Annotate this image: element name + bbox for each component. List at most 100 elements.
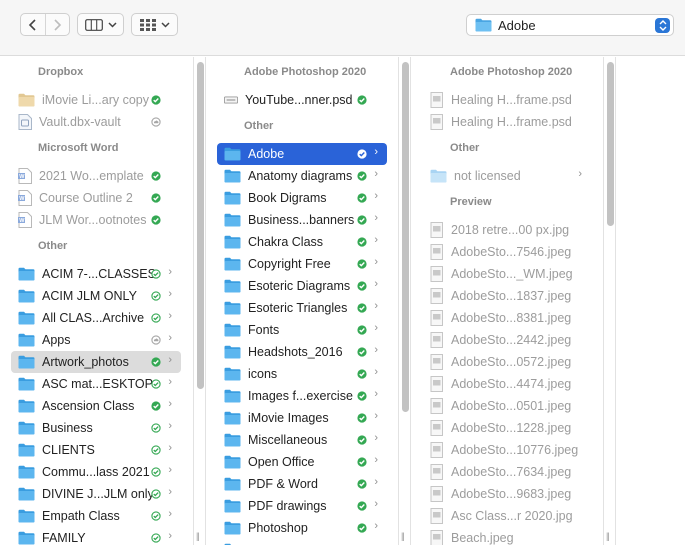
- item-name: Course Outline 2: [39, 191, 133, 205]
- file-row[interactable]: AdobeSto...4474.jpeg: [423, 373, 591, 395]
- synced-check-icon: [357, 303, 367, 313]
- folder-icon: [224, 433, 241, 447]
- sync-status: [151, 445, 161, 455]
- folder-row[interactable]: Copyright Free ›: [217, 253, 387, 275]
- file-row[interactable]: AdobeSto...0501.jpeg: [423, 395, 591, 417]
- back-button[interactable]: [21, 14, 45, 35]
- item-name: 2021 Wo...emplate: [39, 169, 144, 183]
- folder-row[interactable]: All CLAS...Archive ›: [11, 307, 181, 329]
- folder-row[interactable]: ACIM JLM ONLY ›: [11, 285, 181, 307]
- column-resize-handle[interactable]: ||: [401, 531, 405, 541]
- folder-row[interactable]: Esoteric Triangles ›: [217, 297, 387, 319]
- column-divider[interactable]: [603, 57, 604, 545]
- column-resize-handle[interactable]: ||: [196, 531, 200, 541]
- folder-row[interactable]: ASC mat...ESKTOP ›: [11, 373, 181, 395]
- column-2-scrollbar[interactable]: [402, 62, 409, 412]
- file-row[interactable]: Healing H...frame.psd: [423, 89, 591, 111]
- item-name: FAMILY: [42, 531, 86, 545]
- folder-row[interactable]: Empath Class ›: [11, 505, 181, 527]
- synced-check-icon: [357, 281, 367, 291]
- synced-check-icon: [357, 215, 367, 225]
- disclosure-chevron-icon: ›: [374, 366, 378, 378]
- folder-row[interactable]: Open Office ›: [217, 451, 387, 473]
- folder-row[interactable]: FAMILY ›: [11, 527, 181, 545]
- folder-row[interactable]: PDF & Word ›: [217, 473, 387, 495]
- folder-row[interactable]: CLIENTS ›: [11, 439, 181, 461]
- folder-row[interactable]: Business...banners ›: [217, 209, 387, 231]
- file-row[interactable]: AdobeSto...9683.jpeg: [423, 483, 591, 505]
- column-resize-handle[interactable]: ||: [606, 531, 610, 541]
- folder-row[interactable]: Images f...exercise ›: [217, 385, 387, 407]
- disclosure-chevron-icon: ›: [374, 146, 378, 158]
- column-divider[interactable]: [615, 57, 616, 545]
- folder-row[interactable]: iMovie Li...ary copy: [11, 89, 181, 111]
- folder-row[interactable]: Chakra Class ›: [217, 231, 387, 253]
- file-row[interactable]: W 2021 Wo...emplate: [11, 165, 181, 187]
- disclosure-chevron-icon: ›: [168, 266, 172, 278]
- file-row[interactable]: Healing H...frame.psd: [423, 111, 591, 133]
- file-row[interactable]: Beach.jpeg: [423, 527, 591, 545]
- file-row[interactable]: W JLM Wor...ootnotes: [11, 209, 181, 231]
- column-3-scrollbar[interactable]: [607, 62, 614, 226]
- path-popup-button[interactable]: Adobe: [466, 14, 674, 36]
- group-by-button[interactable]: [131, 13, 178, 36]
- file-row[interactable]: YouTube...nner.psd: [217, 89, 387, 111]
- synced-check-icon: [151, 193, 161, 203]
- view-mode-button[interactable]: [77, 13, 124, 36]
- file-row[interactable]: Vault.dbx-vault: [11, 111, 181, 133]
- folder-row[interactable]: Artwork_photos ›: [11, 351, 181, 373]
- file-row[interactable]: AdobeSto...7634.jpeg: [423, 461, 591, 483]
- folder-row[interactable]: Anatomy diagrams ›: [217, 165, 387, 187]
- folder-row[interactable]: Miscellaneous ›: [217, 429, 387, 451]
- column-3[interactable]: Adobe Photoshop 2020 Healing H...frame.ps…: [412, 57, 602, 545]
- column-divider[interactable]: [193, 57, 194, 545]
- folder-row[interactable]: ACIM 7-...CLASSES ›: [11, 263, 181, 285]
- synced-check-icon: [357, 95, 367, 105]
- file-row[interactable]: AdobeSto...1837.jpeg: [423, 285, 591, 307]
- section-header: Other: [450, 142, 480, 154]
- folder-row[interactable]: Adobe ›: [217, 143, 387, 165]
- file-row[interactable]: AdobeSto...7546.jpeg: [423, 241, 591, 263]
- column-2[interactable]: Adobe Photoshop 2020 YouTube...nner.psd Ot…: [206, 57, 398, 545]
- sync-status: [357, 435, 367, 445]
- file-row[interactable]: Asc Class...r 2020.jpg: [423, 505, 591, 527]
- disclosure-chevron-icon: ›: [168, 376, 172, 388]
- folder-row[interactable]: Headshots_2016 ›: [217, 341, 387, 363]
- folder-row[interactable]: DIVINE J...JLM only ›: [11, 483, 181, 505]
- file-row[interactable]: AdobeSto...10776.jpeg: [423, 439, 591, 461]
- sync-status: [151, 379, 161, 389]
- folder-row[interactable]: Commu...lass 2021 ›: [11, 461, 181, 483]
- file-row[interactable]: AdobeSto...8381.jpeg: [423, 307, 591, 329]
- file-row[interactable]: AdobeSto...2442.jpeg: [423, 329, 591, 351]
- column-1-scrollbar[interactable]: [197, 62, 204, 389]
- sync-status: [357, 95, 367, 105]
- image-file-icon: [430, 376, 443, 392]
- file-row[interactable]: AdobeSto...0572.jpeg: [423, 351, 591, 373]
- forward-button[interactable]: [44, 14, 70, 35]
- folder-row[interactable]: PDF drawings ›: [217, 495, 387, 517]
- folder-row[interactable]: icons ›: [217, 363, 387, 385]
- column-divider[interactable]: [398, 57, 399, 545]
- file-row[interactable]: AdobeSto...1228.jpeg: [423, 417, 591, 439]
- folder-row[interactable]: Photoshop ›: [217, 517, 387, 539]
- column-divider[interactable]: [410, 57, 411, 545]
- folder-row[interactable]: not licensed ›: [423, 165, 591, 187]
- folder-row[interactable]: iMovie Images ›: [217, 407, 387, 429]
- column-1[interactable]: Dropbox iMovie Li...ary copy Vault.dbx-vau…: [0, 57, 193, 545]
- folder-row[interactable]: Business ›: [11, 417, 181, 439]
- folder-row[interactable]: ›: [217, 539, 387, 545]
- folder-icon: [224, 235, 241, 249]
- folder-row[interactable]: Ascension Class ›: [11, 395, 181, 417]
- folder-row[interactable]: Fonts ›: [217, 319, 387, 341]
- file-row[interactable]: AdobeSto..._WM.jpeg: [423, 263, 591, 285]
- folder-row[interactable]: Esoteric Diagrams ›: [217, 275, 387, 297]
- item-name: DIVINE J...JLM only: [42, 487, 154, 501]
- folder-icon: [18, 377, 35, 391]
- disclosure-chevron-icon: ›: [168, 398, 172, 410]
- file-row[interactable]: W Course Outline 2: [11, 187, 181, 209]
- folder-icon: [224, 455, 241, 469]
- folder-row[interactable]: Apps ›: [11, 329, 181, 351]
- file-row[interactable]: 2018 retre...00 px.jpg: [423, 219, 591, 241]
- sync-status: [357, 193, 367, 203]
- folder-row[interactable]: Book Digrams ›: [217, 187, 387, 209]
